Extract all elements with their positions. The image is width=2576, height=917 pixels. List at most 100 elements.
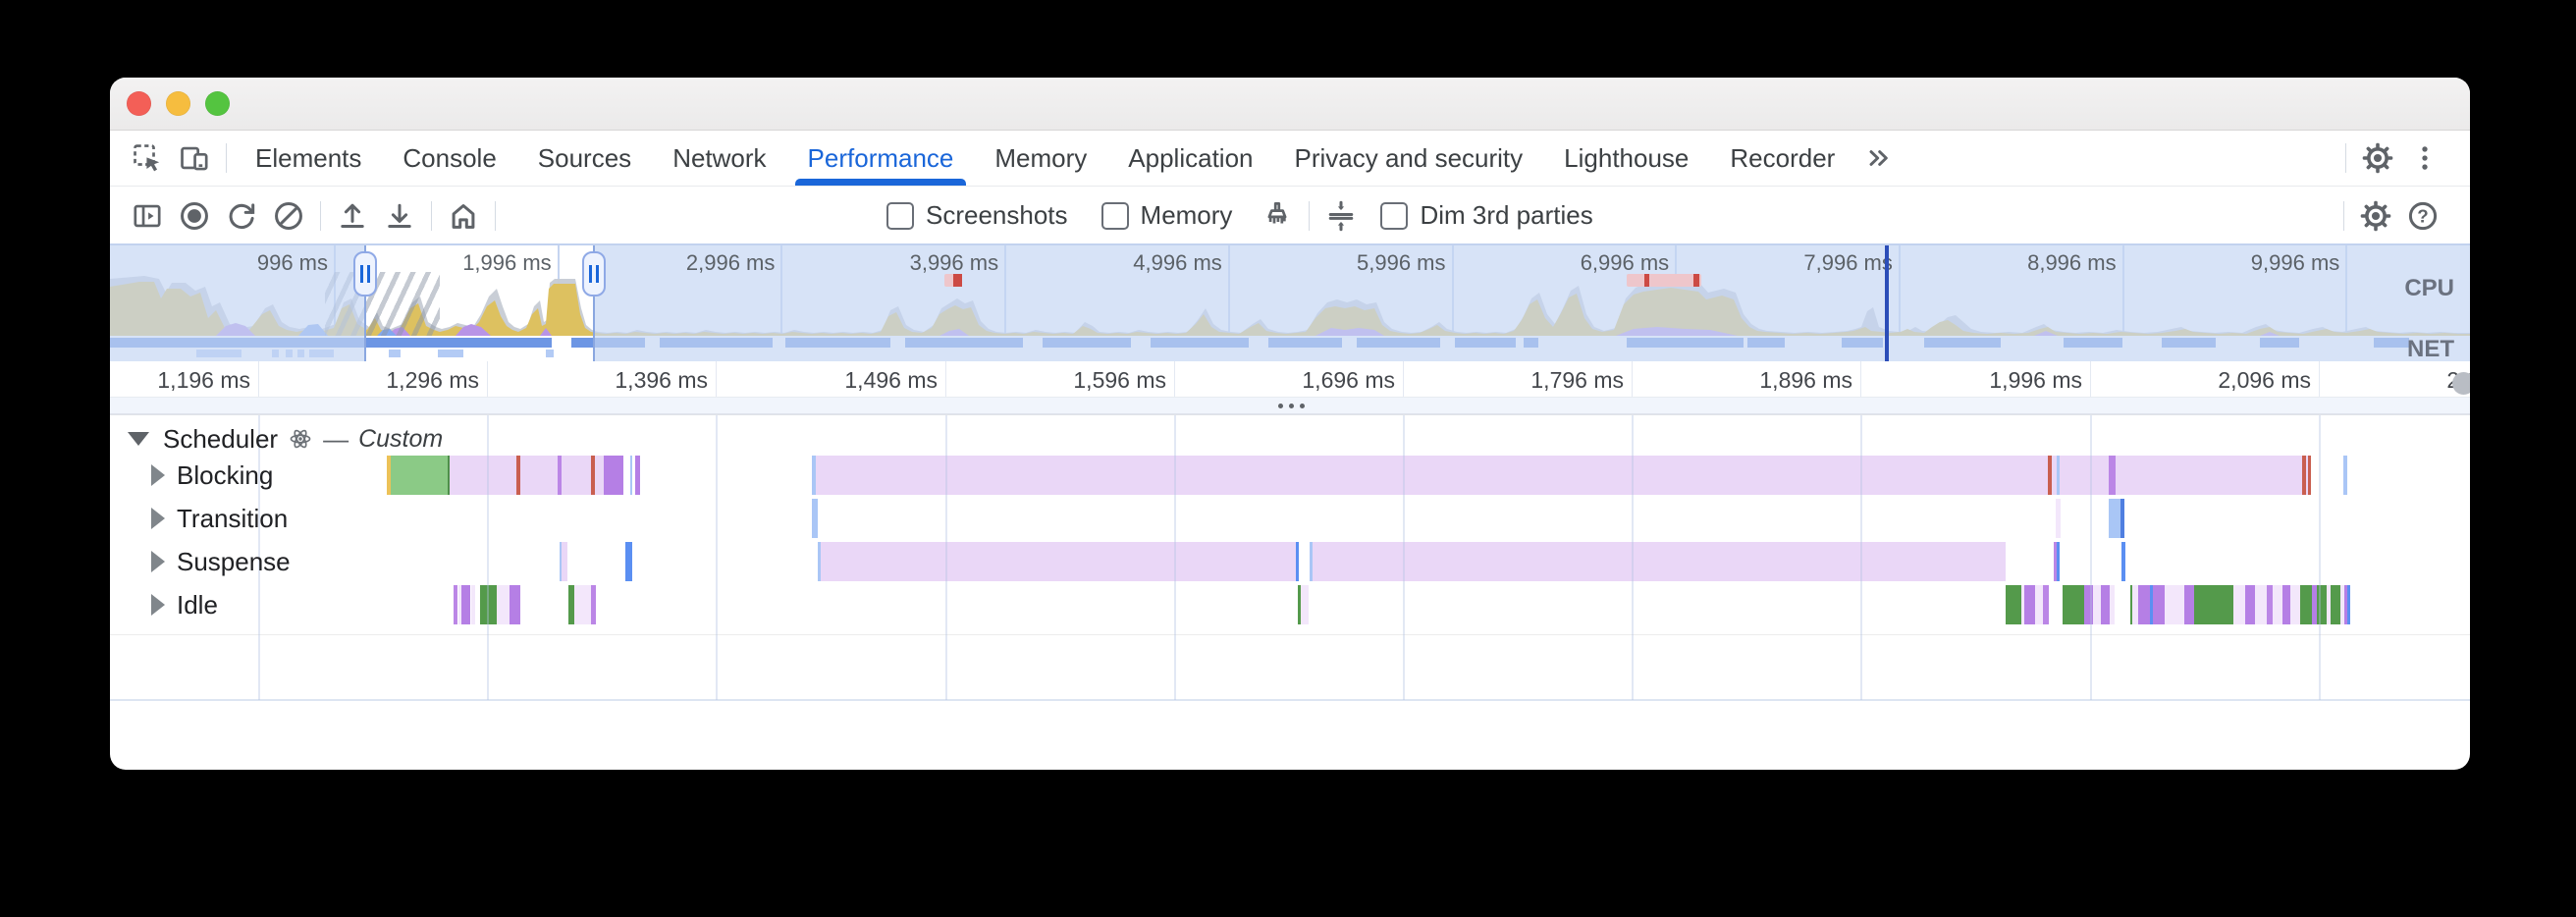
flame-segment[interactable] [635, 456, 640, 495]
memory-toggle[interactable]: Memory [1101, 200, 1233, 231]
flame-segment[interactable] [2121, 542, 2125, 581]
flame-segment[interactable] [480, 585, 497, 624]
help-button[interactable]: ? [2399, 194, 2446, 238]
flame-segment[interactable] [2101, 585, 2110, 624]
flame-segment[interactable] [2302, 456, 2306, 495]
tab-memory[interactable]: Memory [974, 131, 1107, 186]
collapse-triangle-icon[interactable] [128, 432, 149, 446]
tab-privacy-and-security[interactable]: Privacy and security [1274, 131, 1544, 186]
flame-segment[interactable] [2043, 585, 2049, 624]
flame-segment[interactable] [2343, 456, 2347, 495]
flame-segment[interactable] [2048, 456, 2052, 495]
flame-segment[interactable] [2063, 585, 2084, 624]
flame-segment[interactable] [2024, 585, 2035, 624]
flame-segment[interactable] [2273, 585, 2282, 624]
overview-playhead[interactable] [1885, 245, 1889, 361]
save-profile-button[interactable] [376, 194, 423, 238]
flame-segment[interactable] [2006, 585, 2021, 624]
flame-segment[interactable] [574, 585, 591, 624]
flame-segment[interactable] [2233, 585, 2245, 624]
selection-handle-left[interactable] [353, 251, 377, 297]
flame-segment[interactable] [471, 585, 475, 624]
flame-segment[interactable] [2347, 585, 2350, 624]
flame-segment[interactable] [2057, 456, 2060, 495]
tab-application[interactable]: Application [1107, 131, 1273, 186]
flame-segment[interactable] [625, 542, 632, 581]
live-metrics-home-button[interactable] [440, 194, 487, 238]
flame-segment[interactable] [816, 456, 2311, 495]
flame-segment[interactable] [2138, 585, 2150, 624]
flame-segment[interactable] [2184, 585, 2194, 624]
flame-segment[interactable] [2109, 456, 2116, 495]
flame-segment[interactable] [2035, 585, 2043, 624]
panel-resizer-handle[interactable] [110, 397, 2470, 414]
flame-segment[interactable] [1296, 542, 1299, 581]
flame-segment[interactable] [454, 585, 457, 624]
expand-triangle-icon[interactable] [151, 594, 165, 616]
flame-segment[interactable] [2084, 585, 2093, 624]
inspect-element-button[interactable] [124, 136, 171, 180]
expand-triangle-icon[interactable] [151, 464, 165, 486]
expand-triangle-icon[interactable] [151, 551, 165, 572]
flame-segment[interactable] [630, 456, 632, 495]
flame-segment[interactable] [2110, 585, 2115, 624]
track-header-scheduler[interactable]: Scheduler — Custom [128, 424, 443, 454]
dim-3rd-parties-checkbox[interactable] [1380, 202, 1408, 230]
flame-segment[interactable] [2120, 499, 2124, 538]
scrollbar-thumb[interactable] [2452, 372, 2470, 395]
flame-segment[interactable] [461, 585, 470, 624]
record-and-reload-button[interactable] [218, 194, 265, 238]
device-toolbar-button[interactable] [171, 136, 218, 180]
screenshots-checkbox[interactable] [886, 202, 914, 230]
load-profile-button[interactable] [329, 194, 376, 238]
traffic-light-minimize[interactable] [166, 91, 190, 116]
flame-segment[interactable] [2255, 585, 2267, 624]
memory-checkbox[interactable] [1101, 202, 1129, 230]
flame-segment[interactable] [2057, 542, 2060, 581]
capture-settings-button[interactable] [2352, 194, 2399, 238]
flame-segment[interactable] [2331, 585, 2340, 624]
flame-segment[interactable] [812, 499, 818, 538]
flame-segment[interactable] [558, 456, 562, 495]
flame-segment[interactable] [2317, 585, 2327, 624]
devtools-settings-button[interactable] [2354, 136, 2401, 180]
traffic-light-zoom[interactable] [205, 91, 230, 116]
flame-segment[interactable] [604, 456, 623, 495]
window-titlebar[interactable] [110, 78, 2470, 131]
flame-segment[interactable] [2290, 585, 2300, 624]
clear-button[interactable] [265, 194, 312, 238]
flame-segment[interactable] [1313, 542, 2006, 581]
flame-segment[interactable] [2308, 456, 2311, 495]
flame-segment[interactable] [821, 542, 1296, 581]
flamechart-area[interactable]: Scheduler — Custom BlockingTransitionSus… [110, 414, 2470, 701]
flame-segment[interactable] [2282, 585, 2290, 624]
flame-segment[interactable] [516, 456, 520, 495]
flame-segment[interactable] [591, 585, 596, 624]
record-button[interactable] [171, 194, 218, 238]
tab-lighthouse[interactable]: Lighthouse [1543, 131, 1709, 186]
tab-sources[interactable]: Sources [517, 131, 652, 186]
track-row-label-transition[interactable]: Transition [151, 499, 288, 538]
flame-segment[interactable] [2165, 585, 2184, 624]
flame-segment[interactable] [591, 456, 595, 495]
dim-3rd-parties-toggle[interactable]: Dim 3rd parties [1380, 200, 1592, 231]
flame-segment[interactable] [2194, 585, 2233, 624]
traffic-light-close[interactable] [127, 91, 151, 116]
flame-segment[interactable] [562, 542, 567, 581]
collect-garbage-button[interactable] [1254, 194, 1301, 238]
shrink-rows-button[interactable] [1317, 194, 1365, 238]
flame-segment[interactable] [2300, 585, 2312, 624]
expand-triangle-icon[interactable] [151, 508, 165, 529]
flame-segment[interactable] [2056, 499, 2061, 538]
flame-segment[interactable] [497, 585, 510, 624]
timeline-overview[interactable]: 996 ms1,996 ms2,996 ms3,996 ms4,996 ms5,… [110, 243, 2470, 361]
flame-segment[interactable] [391, 456, 448, 495]
tab-network[interactable]: Network [652, 131, 786, 186]
tab-console[interactable]: Console [382, 131, 516, 186]
tab-performance[interactable]: Performance [787, 131, 975, 186]
track-row-label-suspense[interactable]: Suspense [151, 542, 291, 581]
screenshots-toggle[interactable]: Screenshots [886, 200, 1068, 231]
flame-segment[interactable] [2093, 585, 2101, 624]
tab-recorder[interactable]: Recorder [1709, 131, 1855, 186]
toggle-sidebar-button[interactable] [124, 194, 171, 238]
